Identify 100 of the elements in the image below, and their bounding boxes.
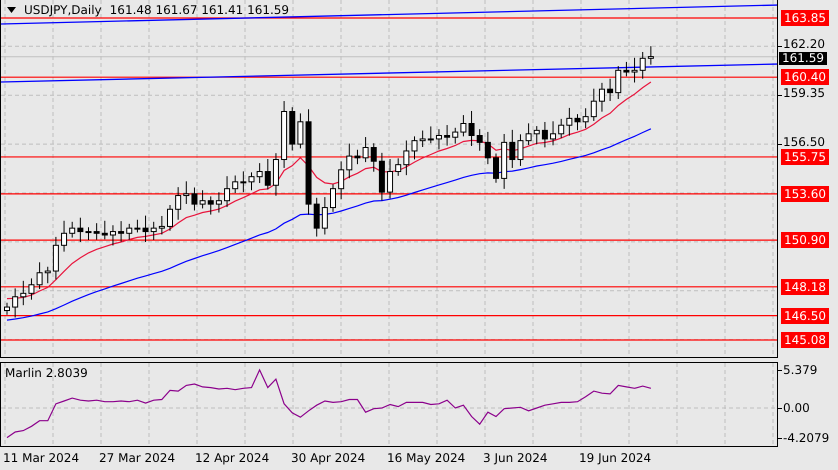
candlestick xyxy=(370,142,377,172)
candlestick xyxy=(232,174,238,194)
candlestick xyxy=(44,266,51,284)
candlestick xyxy=(640,51,646,80)
indicator-name: Marlin 2.8039 xyxy=(5,366,88,380)
candlestick xyxy=(110,224,116,246)
candlestick xyxy=(378,152,385,202)
candlestick xyxy=(12,288,18,318)
candlestick xyxy=(493,153,499,184)
candlestick xyxy=(387,158,394,199)
candlestick xyxy=(183,180,190,204)
level-label: 155.75 xyxy=(781,148,829,165)
candlestick xyxy=(102,220,108,240)
candlestick xyxy=(420,130,426,148)
candlestick xyxy=(526,122,532,146)
level-label: 145.08 xyxy=(781,332,829,348)
indicator-tick-label: 5.379 xyxy=(783,363,818,378)
candlestick xyxy=(36,262,43,290)
candlestick xyxy=(86,226,92,240)
level-label: 146.50 xyxy=(781,308,829,324)
candlestick xyxy=(69,221,76,238)
candlestick xyxy=(542,121,548,148)
candlestick xyxy=(4,302,10,316)
price-tick-label: 162.20 xyxy=(783,37,825,52)
candlestick xyxy=(346,143,352,179)
candlestick xyxy=(264,158,271,190)
date-label: 11 Mar 2024 xyxy=(3,451,80,465)
date-label: 27 Mar 2024 xyxy=(99,451,176,465)
candlestick xyxy=(297,112,304,149)
candlestick xyxy=(607,78,614,102)
candlestick xyxy=(216,192,222,214)
candlestick xyxy=(476,128,483,152)
candlestick xyxy=(289,106,296,151)
candlestick xyxy=(452,127,458,144)
candlestick xyxy=(428,126,434,144)
indicator-tick-label: 0.00 xyxy=(783,401,810,415)
current-price-label: 161.59 xyxy=(779,52,827,65)
candlestick xyxy=(509,129,516,168)
candlestick xyxy=(158,215,165,235)
candlestick xyxy=(248,172,254,191)
candlestick xyxy=(20,280,26,306)
date-label: 3 Jun 2024 xyxy=(483,451,548,465)
date-label: 30 Apr 2024 xyxy=(291,451,366,465)
candlestick xyxy=(224,176,230,208)
candlestick xyxy=(558,118,564,139)
candlestick xyxy=(150,221,157,240)
candlestick xyxy=(61,220,68,252)
candlestick xyxy=(468,110,475,146)
candlestick xyxy=(191,187,198,211)
candlestick xyxy=(403,140,410,176)
dropdown-arrow-icon[interactable] xyxy=(7,7,16,13)
candlestick xyxy=(28,278,34,300)
candlestick xyxy=(615,66,622,100)
candlestick xyxy=(94,222,100,240)
candlestick xyxy=(362,136,369,163)
date-label: 12 Apr 2024 xyxy=(195,451,270,465)
candlestick xyxy=(460,114,466,137)
symbol-title: USDJPY,Daily xyxy=(24,3,102,17)
candlestick xyxy=(175,186,182,220)
candlestick xyxy=(322,196,328,235)
ohlc-values: 161.48 161.67 161.41 161.59 xyxy=(110,3,290,17)
candlestick xyxy=(330,184,336,212)
candlestick xyxy=(566,107,572,136)
candlestick xyxy=(623,61,630,77)
candlestick xyxy=(354,149,360,165)
candlestick xyxy=(208,196,214,216)
candlestick xyxy=(118,220,124,242)
candlestick xyxy=(314,197,320,238)
level-label: 148.18 xyxy=(781,278,829,295)
candlestick xyxy=(582,108,589,129)
candlestick xyxy=(517,134,524,166)
candlestick xyxy=(598,82,605,112)
candlestick xyxy=(395,158,402,176)
candlestick xyxy=(200,190,206,209)
candlestick xyxy=(436,128,442,150)
level-label: 150.90 xyxy=(781,232,829,248)
candlestick xyxy=(52,236,59,280)
date-label: 16 May 2024 xyxy=(387,451,466,465)
candlestick xyxy=(126,223,132,240)
candlestick xyxy=(632,57,638,83)
indicator-tick-label: -4.2079 xyxy=(783,430,830,445)
candlestick xyxy=(240,170,246,193)
price-tick-label: 156.50 xyxy=(783,135,825,150)
candlestick xyxy=(534,126,540,145)
candlestick xyxy=(142,215,149,243)
level-label: 163.85 xyxy=(781,10,829,26)
candlestick xyxy=(412,136,418,160)
candlestick xyxy=(77,217,84,243)
candlestick xyxy=(134,219,140,233)
candlestick xyxy=(167,204,173,232)
candlestick xyxy=(574,114,580,131)
candlestick xyxy=(648,46,654,66)
candlestick xyxy=(501,133,508,190)
candlestick xyxy=(281,100,288,168)
candlestick xyxy=(484,131,491,165)
level-label: 153.60 xyxy=(781,186,829,202)
candlestick xyxy=(272,152,279,196)
candlestick xyxy=(550,120,556,146)
date-label: 19 Jun 2024 xyxy=(579,451,652,465)
candlestick xyxy=(590,88,597,122)
